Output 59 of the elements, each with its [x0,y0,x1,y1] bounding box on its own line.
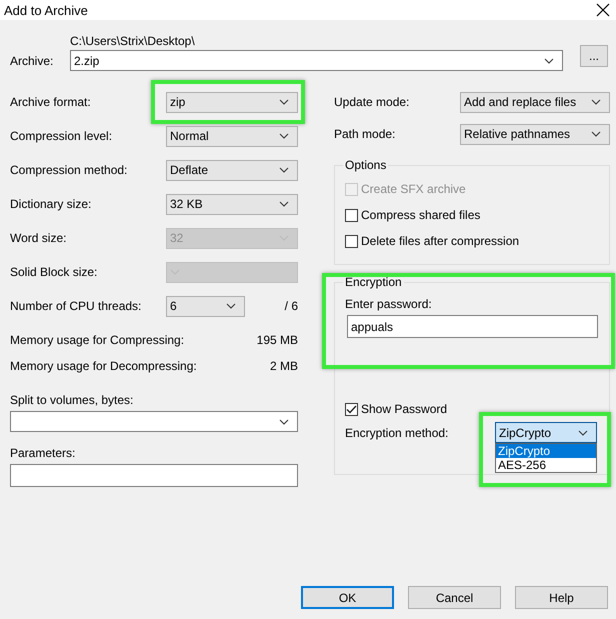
chevron-icon [226,303,236,309]
field-label: Compression level: [10,129,114,143]
field-label: Archive: [10,54,54,68]
dropdown[interactable]: ZipCrypto [495,422,597,443]
window-title: Add to Archive [4,2,88,18]
field-label: Word size: [10,231,68,245]
dropdown[interactable]: Normal [166,126,298,146]
chevron-icon [591,99,601,105]
dropdown[interactable]: 32 KB [166,194,298,214]
chevron-icon [591,131,601,137]
password-field[interactable]: appuals [347,315,598,338]
field-label: Path mode: [334,127,396,141]
checkbox-label: Create SFX archive [361,182,466,196]
thread-count-text: / 6 [284,299,298,313]
chevron-icon [279,167,289,173]
field-label: Update mode: [334,95,410,109]
dialog-button[interactable]: OK [301,586,394,609]
memory-label: Memory usage for Compressing: [10,333,184,347]
field-label: Compression method: [10,163,128,177]
field-label: Dictionary size: [10,197,92,211]
group-title: Options [344,158,388,172]
checkbox-label: Compress shared files [361,208,480,222]
path-text: C:\Users\Strix\Desktop\ [70,34,196,48]
dropdown-option[interactable]: ZipCrypto [496,444,596,458]
browse-button[interactable]: ... [580,45,608,67]
close-icon[interactable] [596,3,610,17]
memory-label: Memory usage for Decompressing: [10,359,197,373]
checkbox-label: Show Password [361,402,448,416]
chevron-icon [544,58,554,64]
chevron-icon [279,418,289,424]
memory-value: 2 MB [270,359,298,373]
field-label: Parameters: [10,446,76,460]
archive-name-combo[interactable]: 2.zip [70,50,563,71]
dropdown[interactable]: Add and replace files [460,92,610,112]
parameters-field[interactable] [10,464,298,487]
dialog-button[interactable]: Cancel [408,586,501,609]
checkbox[interactable] [345,208,358,222]
field-label: Solid Block size: [10,265,98,279]
chevron-icon [279,133,289,139]
dropdown[interactable]: Deflate [166,160,298,180]
checkbox[interactable] [345,234,358,248]
field-label: Split to volumes, bytes: [10,393,134,407]
field-label: Archive format: [10,95,92,109]
checkbox-label: Delete files after compression [361,234,520,248]
memory-value: 195 MB [256,333,298,347]
field-label: Enter password: [345,297,433,311]
dialog-button[interactable]: Help [515,586,608,609]
split-volumes-combo[interactable] [10,411,298,432]
field-label: Encryption method: [345,425,450,440]
chevron-icon [279,99,289,105]
chevron-icon [279,201,289,207]
group-title: Encryption [344,275,403,289]
dropdown[interactable]: zip [166,92,298,112]
field-label: Number of CPU threads: [10,299,142,313]
dropdown[interactable]: 6 [166,296,245,316]
dropdown[interactable]: Relative pathnames [460,124,610,144]
chevron-icon [578,430,588,436]
checkbox[interactable] [345,402,358,416]
dropdown-option[interactable]: AES-256 [496,458,596,472]
